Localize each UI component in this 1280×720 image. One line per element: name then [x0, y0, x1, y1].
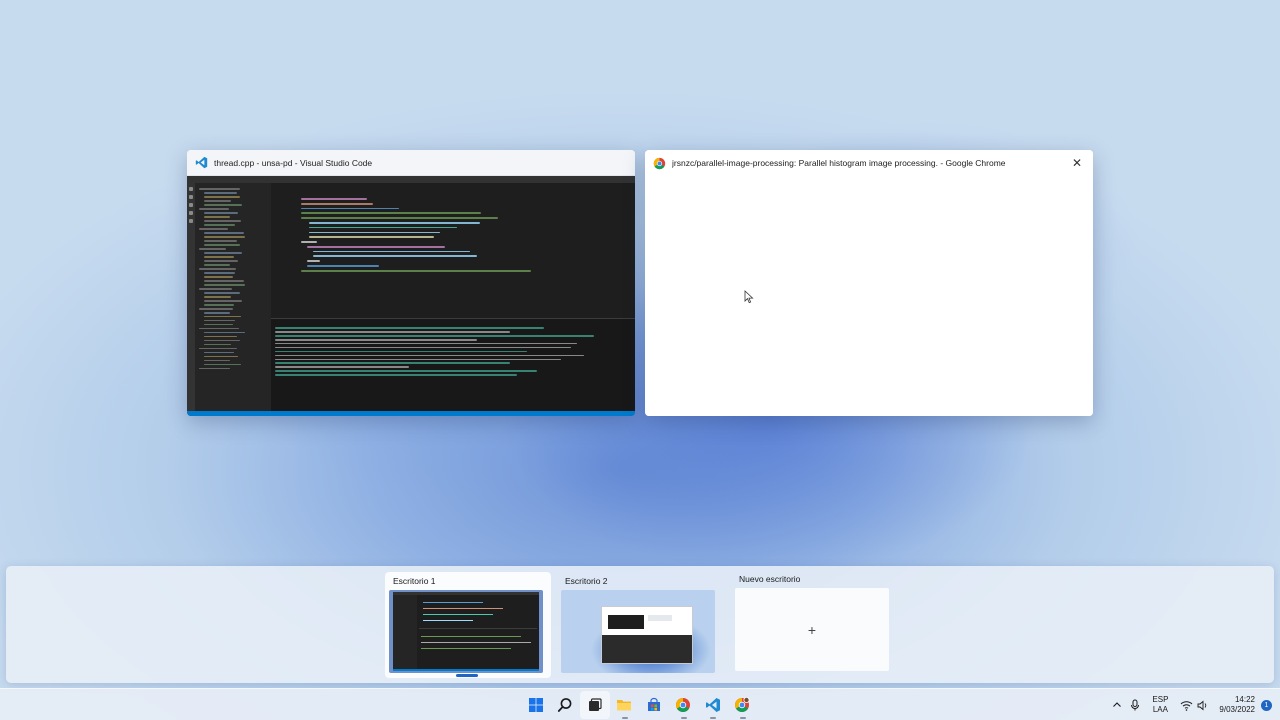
taskbar: ESP LAA 14:22 9/03/2022 1	[0, 688, 1280, 720]
clock[interactable]: 14:22 9/03/2022	[1213, 691, 1261, 719]
desktop-1-thumbnail	[389, 590, 543, 673]
keyboard-layout: LAA	[1152, 705, 1168, 714]
clock-date: 9/03/2022	[1219, 705, 1255, 714]
desktop-label: Escritorio 2	[565, 576, 608, 586]
search-button[interactable]	[551, 691, 581, 719]
vscode-icon	[705, 698, 720, 712]
vscode-icon	[195, 156, 208, 169]
vscode-button[interactable]	[698, 691, 728, 719]
desktop-2-thumbnail	[561, 590, 715, 673]
volume-icon	[1197, 700, 1207, 710]
chrome-page-blank	[645, 176, 1093, 416]
plus-icon: +	[807, 621, 817, 638]
input-language-button[interactable]: ESP LAA	[1144, 691, 1176, 719]
microphone-button[interactable]	[1126, 691, 1144, 719]
chevron-up-icon	[1113, 702, 1122, 707]
show-hidden-icons-button[interactable]	[1108, 691, 1126, 719]
chrome-icon	[653, 157, 666, 169]
clock-time: 14:22	[1234, 695, 1255, 704]
active-desktop-indicator	[456, 674, 478, 677]
start-button[interactable]	[521, 691, 551, 719]
network-volume-button[interactable]	[1176, 691, 1213, 719]
window-titlebar: thread.cpp - unsa-pd - Visual Studio Cod…	[187, 150, 635, 176]
microsoft-store-icon	[647, 697, 660, 711]
virtual-desktops-bar: Escritorio 1 Escritorio 2 Nuevo escritor…	[6, 566, 1274, 683]
chrome-profile-button[interactable]	[728, 691, 758, 719]
window-preview-vscode[interactable]: thread.cpp - unsa-pd - Visual Studio Cod…	[187, 150, 635, 416]
file-explorer-icon	[617, 700, 632, 711]
microphone-icon	[1131, 699, 1140, 711]
desktop-1[interactable]: Escritorio 1	[385, 572, 551, 678]
chrome-profile-icon	[735, 697, 750, 712]
new-desktop-button[interactable]: +	[735, 588, 889, 671]
task-view-button[interactable]	[580, 691, 610, 719]
wifi-icon	[1181, 700, 1193, 711]
close-button[interactable]: ✕	[1069, 155, 1085, 171]
window-title: thread.cpp - unsa-pd - Visual Studio Cod…	[214, 157, 373, 168]
desktop-2[interactable]: Escritorio 2	[557, 572, 719, 675]
window-titlebar: jrsnzc/parallel-image-processing: Parall…	[645, 150, 1093, 176]
search-icon	[558, 698, 572, 712]
task-view-icon	[588, 698, 602, 711]
window-preview-chrome[interactable]: jrsnzc/parallel-image-processing: Parall…	[645, 150, 1093, 416]
window-title: jrsnzc/parallel-image-processing: Parall…	[672, 158, 1006, 168]
language-code: ESP	[1152, 695, 1169, 704]
mouse-cursor-icon	[744, 290, 754, 304]
vscode-screenshot	[187, 176, 635, 416]
taskbar-apps	[521, 691, 757, 719]
desktop-label: Escritorio 1	[393, 576, 436, 586]
new-desktop-label: Nuevo escritorio	[739, 574, 801, 584]
chrome-icon	[676, 698, 691, 712]
system-tray: ESP LAA 14:22 9/03/2022 1	[1108, 689, 1280, 720]
notification-badge[interactable]: 1	[1261, 699, 1272, 711]
new-desktop[interactable]: Nuevo escritorio +	[731, 572, 893, 671]
chrome-button[interactable]	[669, 691, 699, 719]
file-explorer-button[interactable]	[610, 691, 640, 719]
store-button[interactable]	[639, 691, 669, 719]
windows-start-icon	[528, 698, 543, 712]
